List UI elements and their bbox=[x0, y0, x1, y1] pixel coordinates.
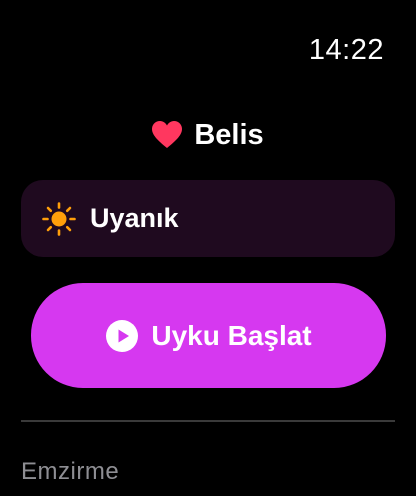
start-sleep-button[interactable]: Uyku Başlat bbox=[31, 283, 386, 388]
start-sleep-label: Uyku Başlat bbox=[151, 319, 312, 351]
profile-name: Belis bbox=[194, 118, 264, 151]
heart-icon bbox=[152, 121, 183, 148]
sun-icon bbox=[42, 201, 76, 236]
section-header-feeding: Emzirme bbox=[21, 458, 120, 485]
section-divider bbox=[21, 420, 395, 422]
status-label: Uyanık bbox=[90, 203, 179, 233]
profile-header: Belis bbox=[0, 116, 416, 154]
play-circle-icon bbox=[106, 319, 139, 352]
clock: 14:22 bbox=[308, 34, 384, 66]
status-card[interactable]: Uyanık bbox=[21, 180, 395, 257]
